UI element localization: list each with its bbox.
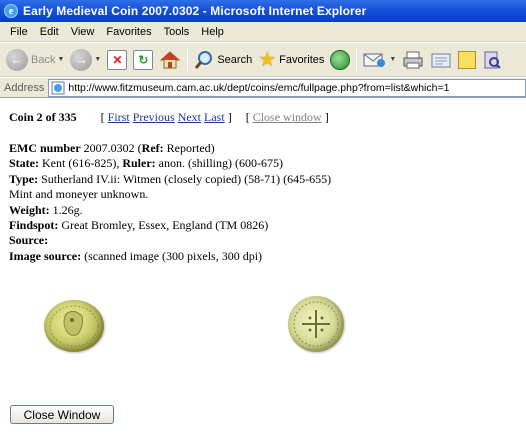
- type-line: Type: Sutherland IV.ii: Witmen (closely …: [9, 172, 331, 187]
- emc-label: EMC number: [9, 141, 81, 155]
- close-window-link[interactable]: Close window: [253, 110, 322, 124]
- emc-value: 2007.0302 (: [80, 141, 142, 155]
- ruler-label: Ruler:: [122, 156, 156, 171]
- weight-line: Weight: 1.26g.: [9, 203, 331, 218]
- coin-obverse-image[interactable]: [44, 300, 104, 352]
- chevron-down-icon[interactable]: ▼: [389, 56, 396, 63]
- search-icon: [195, 50, 213, 69]
- mail-icon: [363, 53, 386, 67]
- last-link[interactable]: Last: [204, 110, 225, 124]
- weight-value: 1.26g.: [49, 202, 83, 217]
- chevron-down-icon[interactable]: ▼: [57, 56, 64, 63]
- forward-arrow-icon: →: [70, 48, 93, 71]
- menu-view[interactable]: View: [65, 24, 101, 40]
- coin-navigation: Coin 2 of 335[ First Previous Next Last …: [9, 110, 329, 125]
- media-button[interactable]: [327, 46, 353, 74]
- media-icon: [330, 49, 351, 70]
- ref-value: Reported): [163, 141, 215, 155]
- search-button[interactable]: Search: [191, 46, 255, 74]
- close-window-button[interactable]: Close Window: [10, 405, 114, 424]
- home-icon: [160, 50, 181, 68]
- mint-line: Mint and moneyer unknown.: [9, 187, 149, 202]
- weight-label: Weight:: [9, 202, 50, 217]
- forward-button[interactable]: → ▼: [67, 46, 104, 74]
- source-line: Source:: [9, 233, 331, 248]
- title-bar: e Early Medieval Coin 2007.0302 - Micros…: [0, 0, 526, 22]
- ref-label: Ref:: [141, 141, 164, 155]
- favorites-label: Favorites: [279, 53, 325, 66]
- image-source-label: Image source:: [9, 248, 82, 263]
- star-icon: ★: [258, 48, 277, 71]
- menu-edit[interactable]: Edit: [34, 24, 65, 40]
- menu-file[interactable]: File: [4, 24, 34, 40]
- nav-open-bracket: [: [100, 110, 105, 124]
- stop-icon: ✕: [107, 49, 128, 70]
- coin-details: EMC number 2007.0302 (Ref: Reported) Sta…: [9, 141, 331, 264]
- stop-button[interactable]: ✕: [104, 46, 130, 74]
- toolbar-separator: [356, 47, 358, 72]
- back-button[interactable]: ← Back ▼: [3, 46, 67, 74]
- back-arrow-icon: ←: [6, 48, 28, 71]
- state-label: State:: [9, 156, 39, 171]
- menu-favorites[interactable]: Favorites: [100, 24, 157, 40]
- emc-line: EMC number 2007.0302 (Ref: Reported): [9, 141, 331, 156]
- research-icon: [484, 51, 502, 69]
- edit-page-icon: [431, 53, 451, 67]
- coin-count: Coin 2 of 335: [9, 110, 77, 124]
- note-icon: [458, 50, 477, 69]
- toolbar: ← Back ▼ → ▼ ✕ ↻ Search ★ Favorites ▼: [0, 43, 526, 77]
- mail-button[interactable]: ▼: [360, 46, 399, 74]
- address-url: http://www.fitzmuseum.cam.ac.uk/dept/coi…: [68, 81, 450, 94]
- internet-explorer-icon: e: [4, 4, 18, 18]
- findspot-label: Findspot:: [9, 218, 59, 233]
- close-open-bracket: [: [245, 110, 250, 124]
- favorites-button[interactable]: ★ Favorites: [255, 46, 327, 74]
- type-value: Sutherland IV.ii: Witmen (closely copied…: [38, 171, 332, 186]
- image-source-value: (scanned image (300 pixels, 300 dpi): [81, 248, 263, 263]
- previous-link[interactable]: Previous: [133, 110, 175, 124]
- address-bar: Address http://www.fitzmuseum.cam.ac.uk/…: [0, 78, 526, 98]
- coin-obverse-detail: [49, 305, 99, 347]
- back-label: Back: [31, 53, 56, 66]
- type-label: Type:: [9, 171, 39, 186]
- menu-bar: File Edit View Favorites Tools Help: [0, 22, 526, 42]
- printer-icon: [403, 51, 423, 68]
- refresh-button[interactable]: ↻: [130, 46, 156, 74]
- menu-tools[interactable]: Tools: [158, 24, 196, 40]
- next-link[interactable]: Next: [178, 110, 201, 124]
- source-label: Source:: [9, 233, 49, 248]
- coin-reverse-detail: [293, 301, 339, 347]
- search-label: Search: [217, 53, 253, 66]
- close-close-bracket: ]: [324, 110, 329, 124]
- window-title: Early Medieval Coin 2007.0302 - Microsof…: [23, 4, 367, 18]
- toolbar-separator: [187, 47, 189, 72]
- print-button[interactable]: [399, 46, 427, 74]
- address-input[interactable]: http://www.fitzmuseum.cam.ac.uk/dept/coi…: [48, 78, 526, 97]
- findspot-value: Great Bromley, Essex, England (TM 0826): [58, 218, 269, 233]
- home-button[interactable]: [156, 46, 184, 74]
- ruler-value: anon. (shilling) (600-675): [155, 156, 283, 171]
- findspot-line: Findspot: Great Bromley, Essex, England …: [9, 218, 331, 233]
- first-link[interactable]: First: [108, 110, 130, 124]
- research-button[interactable]: [479, 46, 505, 74]
- discuss-button[interactable]: [455, 46, 479, 74]
- refresh-icon: ↻: [133, 49, 154, 70]
- coin-reverse-image[interactable]: [288, 296, 344, 352]
- menu-help[interactable]: Help: [195, 24, 230, 40]
- edit-button[interactable]: [427, 46, 455, 74]
- nav-close-bracket: ]: [227, 110, 232, 124]
- image-source-line: Image source: (scanned image (300 pixels…: [9, 249, 331, 264]
- page-content: Coin 2 of 335[ First Previous Next Last …: [0, 99, 526, 442]
- address-label: Address: [4, 81, 45, 94]
- state-value: Kent (616-825),: [39, 156, 123, 171]
- page-icon: [51, 81, 65, 94]
- chevron-down-icon[interactable]: ▼: [94, 56, 101, 63]
- state-line: State: Kent (616-825), Ruler: anon. (shi…: [9, 156, 331, 171]
